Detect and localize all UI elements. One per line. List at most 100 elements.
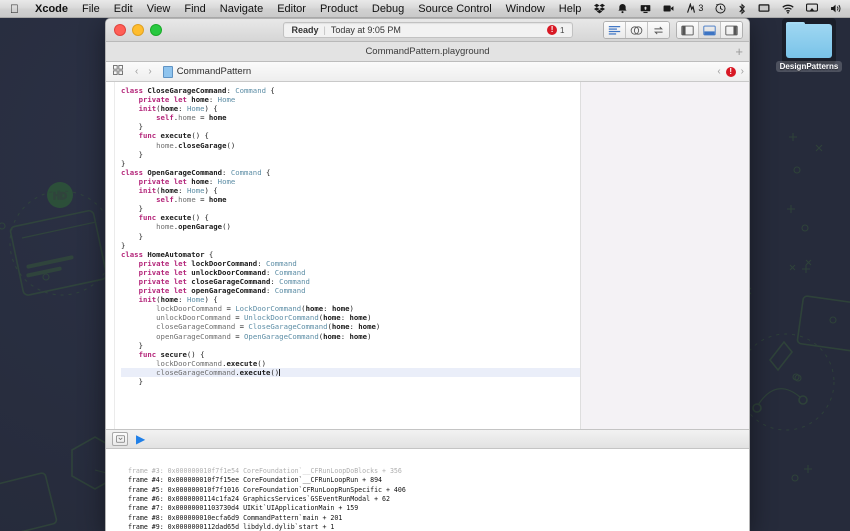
menu-item-view[interactable]: View — [140, 0, 178, 18]
code-line: init(home: Home) { — [138, 295, 218, 305]
issue-summary[interactable]: ! 1 — [547, 25, 571, 35]
menu-item-find[interactable]: Find — [177, 0, 212, 18]
menu-item-navigate[interactable]: Navigate — [213, 0, 270, 18]
code-line: } — [121, 158, 126, 168]
code-line: class OpenGarageCommand: Command { — [121, 167, 271, 177]
menu-item-edit[interactable]: Edit — [107, 0, 140, 18]
xcode-window[interactable]: Ready | Today at 9:05 PM ! 1 CommandPatt… — [105, 18, 750, 531]
editor-mode-segmented-control[interactable] — [603, 21, 670, 39]
code-line: self.home = home — [156, 113, 227, 123]
text-cursor — [279, 368, 281, 376]
bell-icon[interactable] — [611, 3, 634, 14]
panel-toggle-segmented-control[interactable] — [676, 21, 743, 39]
console-line: frame #5: 0x000000010f7f1016 CoreFoundat… — [120, 485, 406, 494]
code-line: unlockDoorCommand = UnlockDoorCommand(ho… — [156, 313, 372, 323]
screen-record-icon[interactable] — [657, 3, 680, 14]
source-editor-area: class CloseGarageCommand: Command { priv… — [106, 82, 749, 429]
console-line: frame #9: 0x0000000112dad65d libdyld.dyl… — [120, 523, 335, 531]
code-line: closeGarageCommand.execute() — [121, 367, 580, 377]
error-badge-icon[interactable]: ! — [547, 25, 558, 35]
svg-text:HD: HD — [53, 192, 67, 202]
code-line: openGarageCommand = OpenGarageCommand(ho… — [156, 331, 372, 341]
debug-console-output[interactable]: frame #3: 0x000000010f7f1e54 CoreFoundat… — [106, 449, 749, 531]
code-line: } — [121, 204, 143, 214]
zoom-window-button[interactable] — [150, 24, 162, 36]
menu-item-source-control[interactable]: Source Control — [411, 0, 498, 18]
console-line: frame #7: 0x00000001103730d4 UIKit`UIApp… — [120, 504, 359, 513]
add-tab-button[interactable]: + — [735, 45, 743, 58]
desktop-folder-label: DesignPatterns — [775, 61, 843, 72]
standard-editor-button[interactable] — [604, 22, 626, 38]
code-line: lockDoorCommand = LockDoorCommand(home: … — [156, 304, 354, 314]
jump-bar[interactable]: ‹ › CommandPattern ‹ ! › — [106, 62, 749, 82]
apple-logo-icon[interactable]:  — [0, 3, 28, 15]
error-count: 1 — [560, 25, 565, 35]
desktop-folder-designpatterns[interactable]: DesignPatterns — [775, 18, 843, 84]
console-lines: frame #3: 0x000000010f7f1e54 CoreFoundat… — [120, 467, 749, 531]
dropbox-icon[interactable] — [588, 3, 611, 14]
folder-icon-body — [786, 24, 832, 58]
menu-item-help[interactable]: Help — [552, 0, 589, 18]
previous-issue-button[interactable]: ‹ — [717, 66, 720, 77]
folder-icon — [782, 18, 836, 64]
screen-share-icon[interactable] — [634, 3, 657, 14]
toggle-debug-area-button[interactable] — [699, 22, 721, 38]
assistant-editor-button[interactable] — [626, 22, 648, 38]
jump-bar-error-badge-icon[interactable]: ! — [725, 66, 736, 77]
window-traffic-lights[interactable] — [106, 24, 162, 36]
code-line: private let openGarageCommand: Command — [138, 286, 306, 296]
toolbar-right-controls[interactable] — [603, 21, 743, 39]
code-line: closeGarageCommand = CloseGarageCommand(… — [156, 322, 381, 332]
code-line: func secure() { — [138, 349, 205, 359]
source-code-text[interactable]: class CloseGarageCommand: Command { priv… — [115, 82, 580, 429]
menu-item-product[interactable]: Product — [313, 0, 365, 18]
code-line: private let lockDoorCommand: Command — [138, 258, 297, 268]
console-toggle-icon[interactable] — [112, 432, 128, 446]
menu-item-xcode[interactable]: Xcode — [28, 0, 75, 18]
menu-item-file[interactable]: File — [75, 0, 107, 18]
code-line: home.closeGarage() — [156, 140, 236, 150]
code-line: func execute() { — [138, 213, 209, 223]
window-title-bar[interactable]: Ready | Today at 9:05 PM ! 1 — [106, 19, 749, 42]
toggle-utilities-button[interactable] — [721, 22, 742, 38]
menu-item-window[interactable]: Window — [499, 0, 552, 18]
related-items-icon[interactable] — [106, 65, 130, 78]
debug-bar[interactable]: ▶ — [106, 429, 749, 449]
menu-item-editor[interactable]: Editor — [270, 0, 313, 18]
toggle-navigator-button[interactable] — [677, 22, 699, 38]
status-timestamp: Today at 9:05 PM — [330, 25, 401, 35]
code-line: class CloseGarageCommand: Command { — [121, 86, 275, 95]
display-icon[interactable] — [752, 3, 776, 14]
close-window-button[interactable] — [114, 24, 126, 36]
continue-play-icon[interactable]: ▶ — [136, 433, 145, 445]
console-line: frame #8: 0x000000010ecfa6d9 CommandPatt… — [120, 513, 343, 522]
time-machine-icon[interactable] — [709, 3, 732, 14]
code-line: private let home: Home — [138, 95, 236, 105]
bluetooth-icon[interactable] — [732, 2, 752, 15]
issue-navigation-controls[interactable]: ‹ ! › — [717, 66, 744, 77]
code-line: } — [121, 122, 143, 132]
code-line: private let home: Home — [138, 176, 236, 186]
editor-gutter[interactable] — [106, 82, 115, 429]
build-status-text: Ready — [291, 25, 319, 35]
jump-bar-file-name[interactable]: CommandPattern — [177, 66, 251, 77]
menu-bar[interactable]:  Xcode File Edit View Find Navigate Edi… — [0, 0, 850, 18]
version-editor-button[interactable] — [648, 22, 669, 38]
menu-item-debug[interactable]: Debug — [365, 0, 411, 18]
status-separator: | — [323, 25, 326, 35]
code-line: } — [121, 377, 143, 386]
navigate-forward-button[interactable]: › — [143, 66, 156, 77]
volume-icon[interactable] — [824, 3, 848, 14]
wifi-icon[interactable] — [776, 4, 800, 14]
code-line: } — [121, 340, 143, 350]
tab-commandpattern-playground[interactable]: CommandPattern.playground — [365, 46, 489, 57]
minimize-window-button[interactable] — [132, 24, 144, 36]
code-line: } — [121, 231, 143, 241]
navigate-back-button[interactable]: ‹ — [130, 66, 143, 77]
activity-monitor-icon[interactable]: 3 — [680, 3, 709, 14]
editor-tab-bar[interactable]: CommandPattern.playground + — [106, 42, 749, 62]
playground-file-icon — [162, 65, 173, 78]
airplay-icon[interactable] — [800, 3, 824, 14]
next-issue-button[interactable]: › — [741, 66, 744, 77]
console-line: frame #6: 0x0000000114c1fa24 GraphicsSer… — [120, 495, 390, 504]
